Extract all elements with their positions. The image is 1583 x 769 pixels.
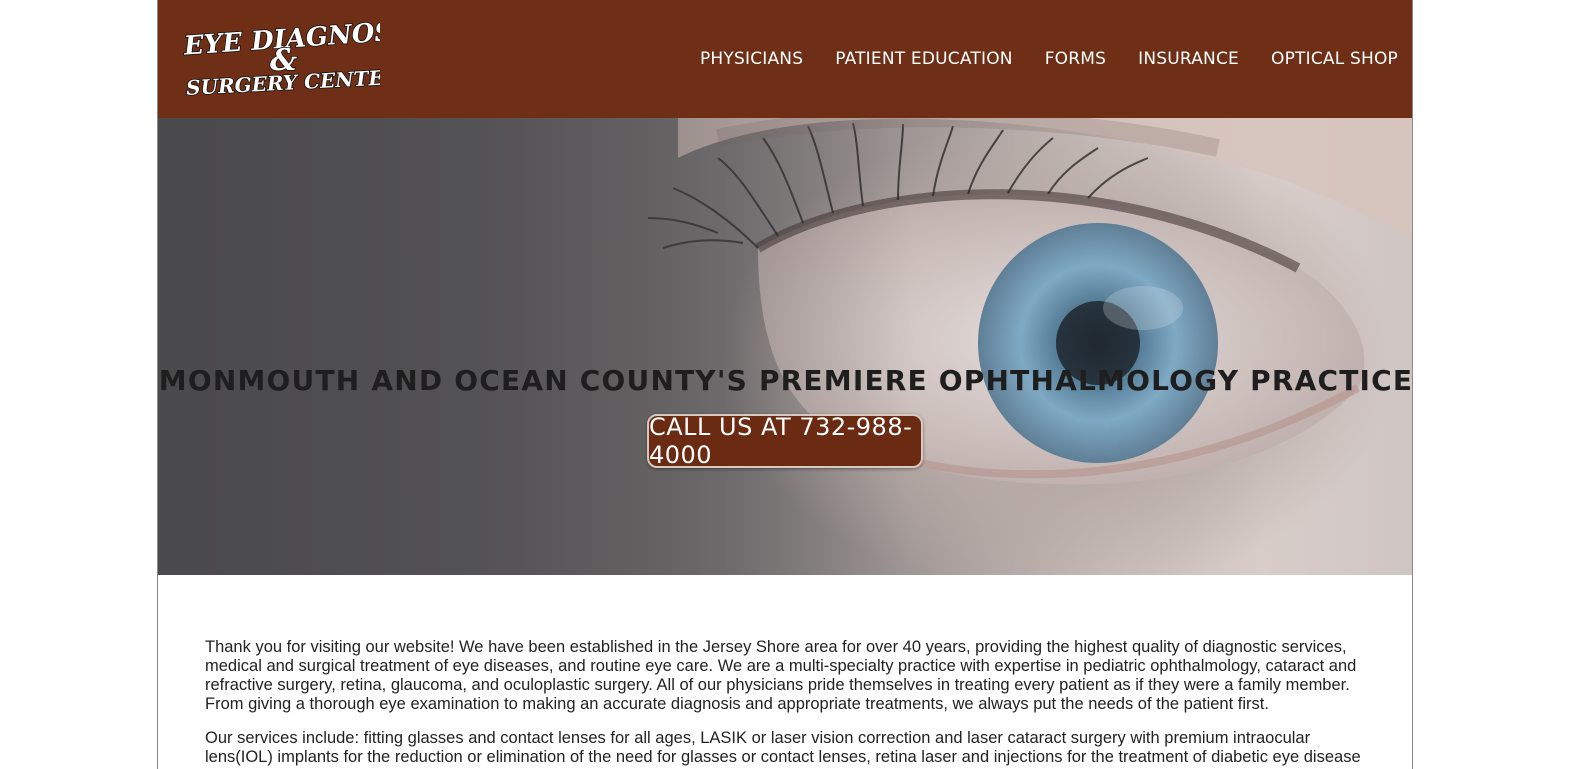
eye-image xyxy=(158,118,1412,575)
call-us-button[interactable]: CALL US AT 732-988-4000 xyxy=(647,413,923,469)
hero-banner: MONMOUTH AND OCEAN COUNTY'S PREMIERE OPH… xyxy=(158,118,1413,575)
page-frame: EYE DIAGNOSTIC & SURGERY CENTER PHYSICIA… xyxy=(157,0,1413,769)
site-logo[interactable]: EYE DIAGNOSTIC & SURGERY CENTER xyxy=(180,12,447,101)
site-header: EYE DIAGNOSTIC & SURGERY CENTER PHYSICIA… xyxy=(158,0,1412,118)
services-paragraph: Our services include: fitting glasses an… xyxy=(205,729,1361,769)
intro-content: Thank you for visiting our website! We h… xyxy=(205,638,1367,769)
logo-graphic: EYE DIAGNOSTIC & SURGERY CENTER xyxy=(181,13,447,101)
hero-title: MONMOUTH AND OCEAN COUNTY'S PREMIERE OPH… xyxy=(158,364,1413,397)
nav-patient-education[interactable]: PATIENT EDUCATION xyxy=(835,49,1012,69)
nav-physicians[interactable]: PHYSICIANS xyxy=(700,49,803,69)
intro-paragraph: Thank you for visiting our website! We h… xyxy=(205,638,1357,713)
main-nav: PHYSICIANS PATIENT EDUCATION FORMS INSUR… xyxy=(668,44,1398,74)
nav-insurance[interactable]: INSURANCE xyxy=(1138,49,1239,69)
nav-optical-shop[interactable]: OPTICAL SHOP xyxy=(1271,49,1398,69)
nav-forms[interactable]: FORMS xyxy=(1045,49,1106,69)
